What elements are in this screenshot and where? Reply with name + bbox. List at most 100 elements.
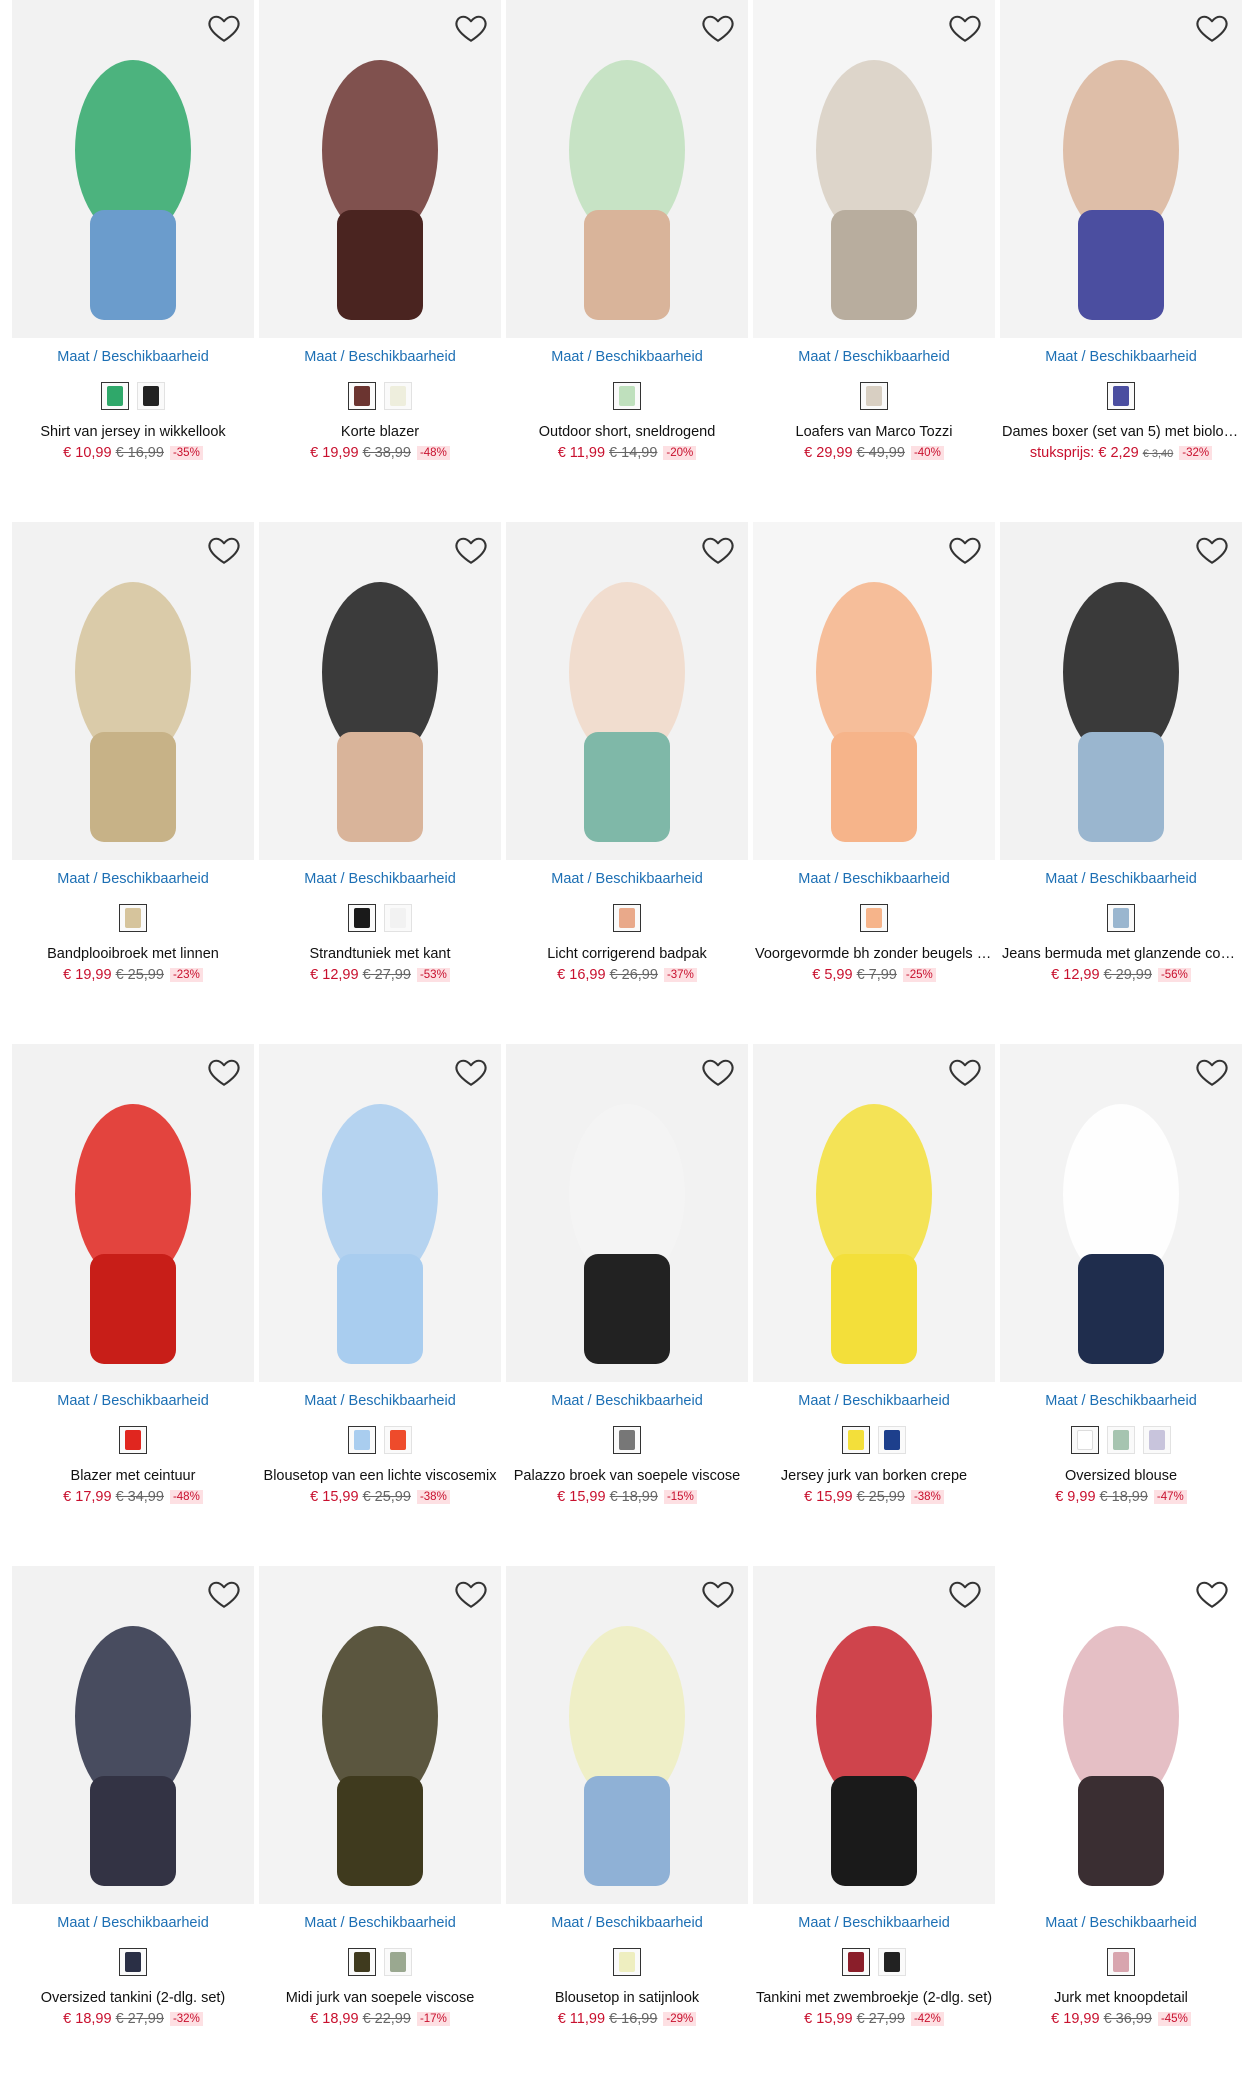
product-name[interactable]: Blousetop in satijnlook (506, 1990, 748, 2006)
color-swatch[interactable] (878, 1948, 906, 1976)
product-card[interactable]: Maat / Beschikbaarheid Loafers van Marco … (753, 0, 995, 480)
product-card[interactable]: Maat / Beschikbaarheid Jersey jurk van bo… (753, 1044, 995, 1524)
color-swatch[interactable] (860, 904, 888, 932)
wishlist-heart-icon[interactable] (700, 1576, 736, 1612)
color-swatch[interactable] (1107, 904, 1135, 932)
wishlist-heart-icon[interactable] (947, 532, 983, 568)
wishlist-heart-icon[interactable] (206, 532, 242, 568)
color-swatch[interactable] (348, 904, 376, 932)
size-availability-link[interactable]: Maat / Beschikbaarheid (1000, 1915, 1242, 1931)
wishlist-heart-icon[interactable] (1194, 1054, 1230, 1090)
product-name[interactable]: Palazzo broek van soepele viscose (506, 1468, 748, 1484)
color-swatch[interactable] (384, 1948, 412, 1976)
size-availability-link[interactable]: Maat / Beschikbaarheid (753, 349, 995, 365)
color-swatch[interactable] (613, 1426, 641, 1454)
color-swatch[interactable] (1107, 1948, 1135, 1976)
color-swatch[interactable] (384, 904, 412, 932)
product-name[interactable]: Jersey jurk van borken crepe (753, 1468, 995, 1484)
wishlist-heart-icon[interactable] (700, 1054, 736, 1090)
product-image[interactable] (506, 1566, 748, 1904)
product-card[interactable]: Maat / Beschikbaarheid Palazzo broek van … (506, 1044, 748, 1524)
product-image[interactable] (753, 1566, 995, 1904)
color-swatch[interactable] (348, 1426, 376, 1454)
product-name[interactable]: Outdoor short, sneldrogend (506, 424, 748, 440)
color-swatch[interactable] (101, 382, 129, 410)
color-swatch[interactable] (119, 904, 147, 932)
product-name[interactable]: Jeans bermuda met glanzende coating (1000, 946, 1242, 962)
size-availability-link[interactable]: Maat / Beschikbaarheid (12, 871, 254, 887)
size-availability-link[interactable]: Maat / Beschikbaarheid (753, 1393, 995, 1409)
product-name[interactable]: Oversized tankini (2-dlg. set) (12, 1990, 254, 2006)
product-card[interactable]: Maat / Beschikbaarheid Voorgevormde bh zo… (753, 522, 995, 1002)
product-name[interactable]: Shirt van jersey in wikkellook (12, 424, 254, 440)
product-image[interactable] (753, 522, 995, 860)
size-availability-link[interactable]: Maat / Beschikbaarheid (753, 871, 995, 887)
product-image[interactable] (506, 0, 748, 338)
product-image[interactable] (259, 522, 501, 860)
wishlist-heart-icon[interactable] (453, 10, 489, 46)
product-image[interactable] (1000, 1566, 1242, 1904)
product-card[interactable]: Maat / Beschikbaarheid Strandtuniek met k… (259, 522, 501, 1002)
product-card[interactable]: Maat / Beschikbaarheid Blousetop in satij… (506, 1566, 748, 2046)
color-swatch[interactable] (384, 1426, 412, 1454)
color-swatch[interactable] (842, 1426, 870, 1454)
product-image[interactable] (12, 1566, 254, 1904)
size-availability-link[interactable]: Maat / Beschikbaarheid (12, 349, 254, 365)
color-swatch[interactable] (119, 1426, 147, 1454)
color-swatch[interactable] (613, 382, 641, 410)
color-swatch[interactable] (384, 382, 412, 410)
product-name[interactable]: Loafers van Marco Tozzi (753, 424, 995, 440)
size-availability-link[interactable]: Maat / Beschikbaarheid (12, 1393, 254, 1409)
product-image[interactable] (1000, 1044, 1242, 1382)
product-card[interactable]: Maat / Beschikbaarheid Blazer met ceintuu… (12, 1044, 254, 1524)
product-card[interactable]: Maat / Beschikbaarheid Blousetop van een … (259, 1044, 501, 1524)
product-name[interactable]: Korte blazer (259, 424, 501, 440)
color-swatch[interactable] (1107, 1426, 1135, 1454)
product-name[interactable]: Licht corrigerend badpak (506, 946, 748, 962)
color-swatch[interactable] (119, 1948, 147, 1976)
color-swatch[interactable] (348, 382, 376, 410)
product-name[interactable]: Oversized blouse (1000, 1468, 1242, 1484)
size-availability-link[interactable]: Maat / Beschikbaarheid (1000, 871, 1242, 887)
size-availability-link[interactable]: Maat / Beschikbaarheid (506, 871, 748, 887)
product-name[interactable]: Blousetop van een lichte viscosemix (259, 1468, 501, 1484)
wishlist-heart-icon[interactable] (1194, 10, 1230, 46)
wishlist-heart-icon[interactable] (947, 1054, 983, 1090)
product-name[interactable]: Voorgevormde bh zonder beugels met kant (753, 946, 995, 962)
product-image[interactable] (1000, 522, 1242, 860)
size-availability-link[interactable]: Maat / Beschikbaarheid (12, 1915, 254, 1931)
product-image[interactable] (753, 1044, 995, 1382)
size-availability-link[interactable]: Maat / Beschikbaarheid (1000, 1393, 1242, 1409)
wishlist-heart-icon[interactable] (453, 532, 489, 568)
product-name[interactable]: Blazer met ceintuur (12, 1468, 254, 1484)
product-card[interactable]: Maat / Beschikbaarheid Bandplooibroek met… (12, 522, 254, 1002)
color-swatch[interactable] (137, 382, 165, 410)
product-image[interactable] (506, 522, 748, 860)
product-image[interactable] (259, 1566, 501, 1904)
size-availability-link[interactable]: Maat / Beschikbaarheid (506, 1915, 748, 1931)
wishlist-heart-icon[interactable] (206, 10, 242, 46)
product-card[interactable]: Maat / Beschikbaarheid Midi jurk van soep… (259, 1566, 501, 2046)
wishlist-heart-icon[interactable] (1194, 1576, 1230, 1612)
color-swatch[interactable] (878, 1426, 906, 1454)
product-card[interactable]: Maat / Beschikbaarheid Oversized tankini … (12, 1566, 254, 2046)
product-image[interactable] (12, 1044, 254, 1382)
wishlist-heart-icon[interactable] (947, 1576, 983, 1612)
product-image[interactable] (753, 0, 995, 338)
product-card[interactable]: Maat / Beschikbaarheid Jeans bermuda met … (1000, 522, 1242, 1002)
wishlist-heart-icon[interactable] (1194, 532, 1230, 568)
color-swatch[interactable] (860, 382, 888, 410)
product-image[interactable] (506, 1044, 748, 1382)
product-card[interactable]: Maat / Beschikbaarheid Shirt van jersey i… (12, 0, 254, 480)
color-swatch[interactable] (613, 904, 641, 932)
color-swatch[interactable] (842, 1948, 870, 1976)
product-card[interactable]: Maat / Beschikbaarheid Licht corrigerend … (506, 522, 748, 1002)
wishlist-heart-icon[interactable] (700, 10, 736, 46)
product-image[interactable] (1000, 0, 1242, 338)
color-swatch[interactable] (1143, 1426, 1171, 1454)
product-card[interactable]: Maat / Beschikbaarheid Oversized blouse € … (1000, 1044, 1242, 1524)
product-image[interactable] (259, 1044, 501, 1382)
product-name[interactable]: Dames boxer (set van 5) met biologisch k… (1000, 424, 1242, 440)
wishlist-heart-icon[interactable] (453, 1576, 489, 1612)
color-swatch[interactable] (1071, 1426, 1099, 1454)
